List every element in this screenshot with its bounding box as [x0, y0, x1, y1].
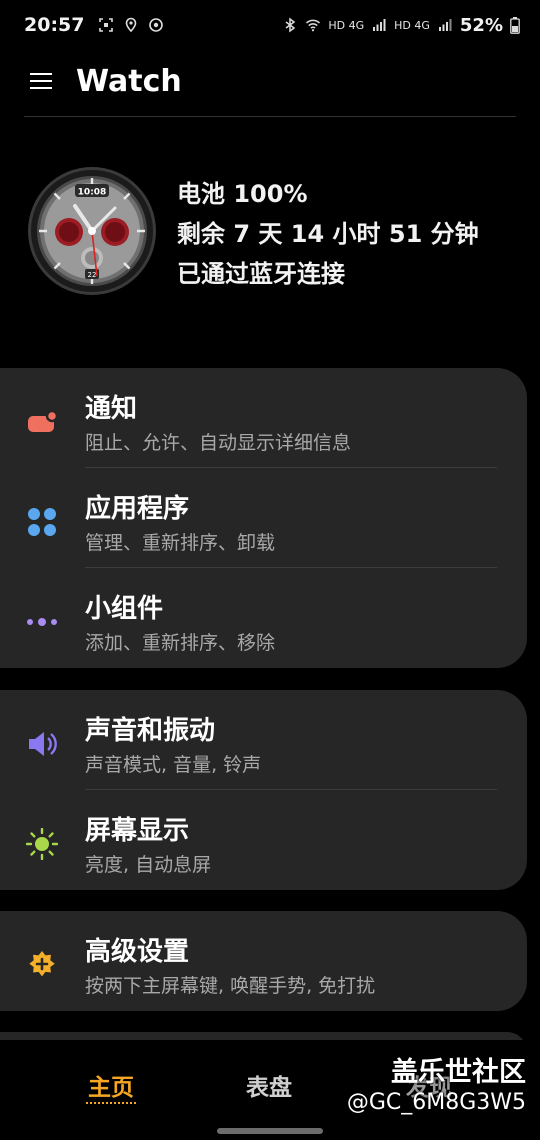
- widgets-title: 小组件: [85, 594, 164, 624]
- status-time: 20:57: [24, 14, 85, 36]
- apps-title: 应用程序: [85, 494, 190, 524]
- settings-card-general: 通知 阻止、允许、自动显示详细信息 应用程序 管理、重新排序、卸载 小组件 添加…: [0, 368, 527, 668]
- sound-subtitle: 声音模式, 音量, 铃声: [85, 754, 262, 776]
- status-bar: 20:57 HD 4G HD 4G 52%: [0, 0, 540, 50]
- status-left-icons: [98, 17, 164, 33]
- app-bar: Watch: [0, 55, 540, 107]
- location-icon: [126, 17, 137, 33]
- sound-icon: [29, 732, 57, 756]
- settings-card-advanced: 高级设置 按两下主屏幕键, 唤醒手势, 免打扰: [0, 911, 527, 1011]
- advanced-title: 高级设置: [85, 937, 190, 967]
- tab-watch-faces[interactable]: 表盘: [246, 1068, 292, 1102]
- display-title: 屏幕显示: [85, 816, 190, 846]
- sync-icon: [149, 18, 164, 32]
- remaining-time: 剩余 7 天 14 小时 51 分钟: [177, 220, 479, 248]
- watch-face-time: 10:08: [78, 188, 107, 198]
- battery-percentage: 52%: [459, 14, 503, 36]
- display-item[interactable]: 屏幕显示 亮度, 自动息屏: [0, 790, 527, 890]
- apps-icon: [28, 508, 56, 536]
- notifications-subtitle: 阻止、允许、自动显示详细信息: [85, 432, 352, 454]
- display-subtitle: 亮度, 自动息屏: [85, 854, 212, 876]
- apps-subtitle: 管理、重新排序、卸载: [85, 532, 276, 554]
- watch-status: 电池 100% 剩余 7 天 14 小时 51 分钟 已通过蓝牙连接: [177, 174, 479, 294]
- widgets-item[interactable]: 小组件 添加、重新排序、移除: [0, 568, 527, 668]
- display-icon: [26, 828, 58, 860]
- notification-icon: [28, 409, 58, 432]
- settings-card-sound-display: 声音和振动 声音模式, 音量, 铃声 屏幕显示 亮度, 自动息屏: [0, 690, 527, 890]
- connection-status: 已通过蓝牙连接: [177, 260, 345, 288]
- battery-status: 电池 100%: [177, 180, 308, 208]
- bluetooth-icon: [285, 17, 296, 33]
- watch-face-preview[interactable]: 10:08 22: [27, 166, 157, 296]
- signal-icon: [373, 19, 386, 31]
- home-indicator[interactable]: [217, 1128, 323, 1134]
- battery-icon: [510, 16, 520, 34]
- network-label-1: HD 4G: [328, 18, 365, 32]
- wifi-icon: [306, 19, 321, 32]
- tab-home[interactable]: 主页: [88, 1068, 134, 1102]
- screenshot-icon: [99, 18, 114, 32]
- status-right-icons: HD 4G HD 4G 52%: [282, 15, 520, 36]
- active-tab-indicator: [86, 1102, 136, 1104]
- watermark-title: 盖乐世社区: [391, 1057, 526, 1088]
- sound-vibration-item[interactable]: 声音和振动 声音模式, 音量, 铃声: [0, 690, 527, 790]
- widgets-subtitle: 添加、重新排序、移除: [85, 632, 276, 654]
- advanced-settings-item[interactable]: 高级设置 按两下主屏幕键, 唤醒手势, 免打扰: [0, 911, 527, 1011]
- sound-title: 声音和振动: [85, 716, 216, 746]
- watch-face-date: 22: [88, 271, 97, 279]
- menu-icon[interactable]: [30, 70, 54, 92]
- watermark-subtitle: @GC_6M8G3W5: [346, 1090, 526, 1115]
- notifications-title: 通知: [85, 394, 138, 424]
- signal-icon: [438, 19, 452, 31]
- widgets-icon: [27, 618, 57, 626]
- apps-item[interactable]: 应用程序 管理、重新排序、卸载: [0, 468, 527, 568]
- notifications-item[interactable]: 通知 阻止、允许、自动显示详细信息: [0, 368, 527, 468]
- header-divider: [24, 116, 516, 117]
- advanced-settings-icon: [29, 951, 55, 977]
- page-title: Watch: [76, 63, 182, 99]
- network-label-2: HD 4G: [394, 18, 430, 32]
- advanced-subtitle: 按两下主屏幕键, 唤醒手势, 免打扰: [85, 975, 376, 997]
